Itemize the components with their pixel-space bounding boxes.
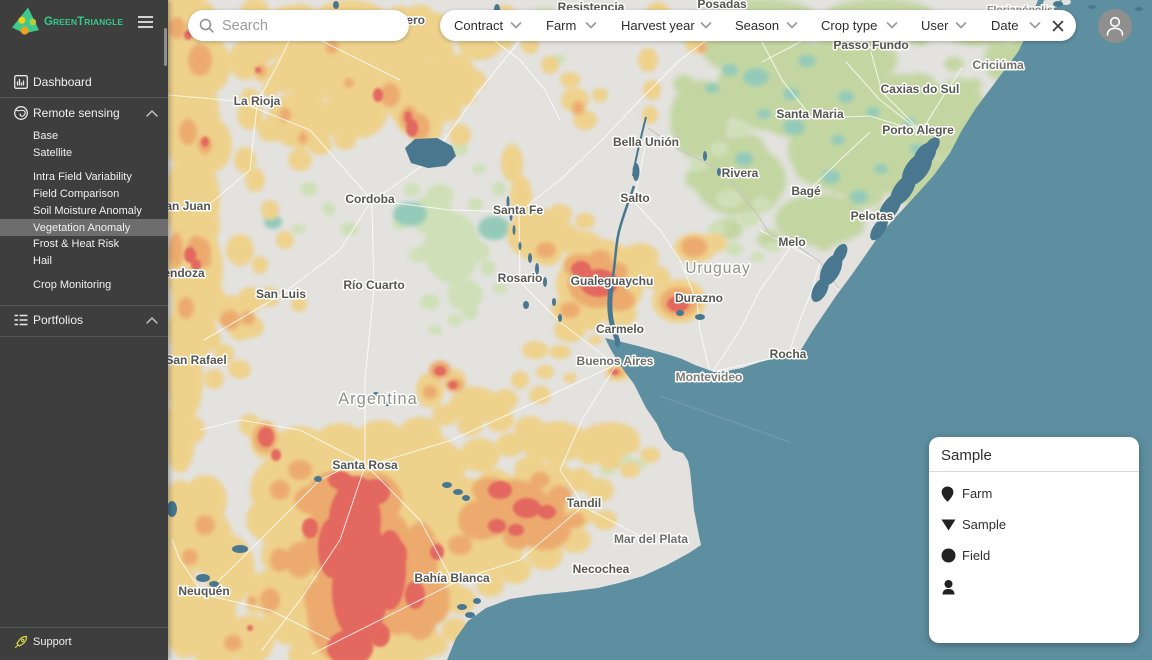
svg-text:Caxias do Sul: Caxias do Sul: [881, 82, 960, 96]
svg-text:Criciúma: Criciúma: [972, 58, 1024, 72]
svg-text:Tandil: Tandil: [567, 496, 601, 510]
svg-text:Bahía Blanca: Bahía Blanca: [414, 571, 490, 585]
svg-text:Santa Maria: Santa Maria: [776, 107, 844, 121]
svg-text:Bella Unión: Bella Unión: [613, 135, 679, 149]
svg-text:Rivera: Rivera: [722, 166, 759, 180]
svg-text:Melo: Melo: [778, 235, 805, 249]
svg-text:Necochea: Necochea: [573, 562, 630, 576]
svg-text:La Rioja: La Rioja: [234, 94, 281, 108]
svg-text:Río Cuarto: Río Cuarto: [343, 278, 404, 292]
svg-text:Buenos Aires: Buenos Aires: [577, 354, 654, 368]
svg-text:Porto Alegre: Porto Alegre: [882, 123, 954, 137]
svg-text:Argentina: Argentina: [338, 390, 418, 408]
svg-text:Pelotas: Pelotas: [851, 209, 894, 223]
svg-text:Cordoba: Cordoba: [345, 192, 395, 206]
svg-text:Bagé: Bagé: [791, 184, 821, 198]
svg-text:Uruguay: Uruguay: [685, 260, 751, 277]
svg-text:Mar del Plata: Mar del Plata: [614, 532, 688, 546]
svg-text:Carmelo: Carmelo: [596, 322, 644, 336]
svg-text:Salto: Salto: [620, 191, 649, 205]
svg-text:Santa Rosa: Santa Rosa: [332, 458, 398, 472]
svg-text:Rocha: Rocha: [770, 347, 807, 361]
svg-text:San Luis: San Luis: [256, 287, 306, 301]
svg-text:Durazno: Durazno: [675, 291, 723, 305]
svg-text:Santa Fe: Santa Fe: [493, 203, 543, 217]
svg-text:Neuquén: Neuquén: [178, 584, 229, 598]
svg-text:Rosario: Rosario: [498, 271, 543, 285]
svg-text:Gualeguaychu: Gualeguaychu: [571, 274, 654, 288]
svg-text:San Rafael: San Rafael: [165, 353, 226, 367]
svg-text:Montevideo: Montevideo: [676, 370, 743, 384]
